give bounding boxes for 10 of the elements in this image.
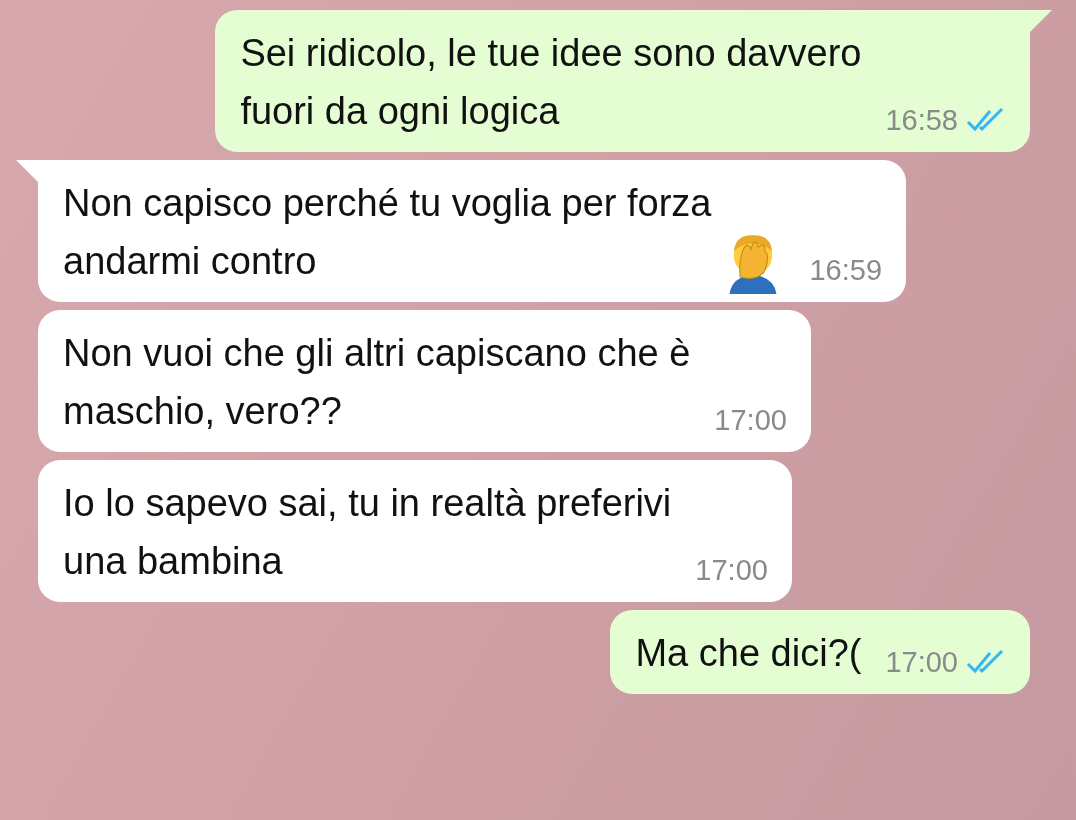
message-time: 16:59 — [809, 253, 883, 288]
message-text: Non capisco perché tu voglia per forza andarmi contro — [63, 181, 712, 284]
message-time: 17:00 — [714, 403, 787, 438]
message-text: Non vuoi che gli altri capiscano che è maschio, vero?? — [63, 331, 691, 434]
message-text: Sei ridicolo, le tue idee sono davvero fuori da ogni logica — [240, 31, 862, 134]
message-text: Ma che dici?( — [635, 631, 862, 676]
message-text: Io lo sapevo sai, tu in realtà preferivi una bambina — [63, 481, 672, 584]
message-time: 17:00 — [885, 645, 958, 680]
message-time: 16:58 — [885, 103, 958, 138]
message-time: 17:00 — [695, 553, 768, 588]
